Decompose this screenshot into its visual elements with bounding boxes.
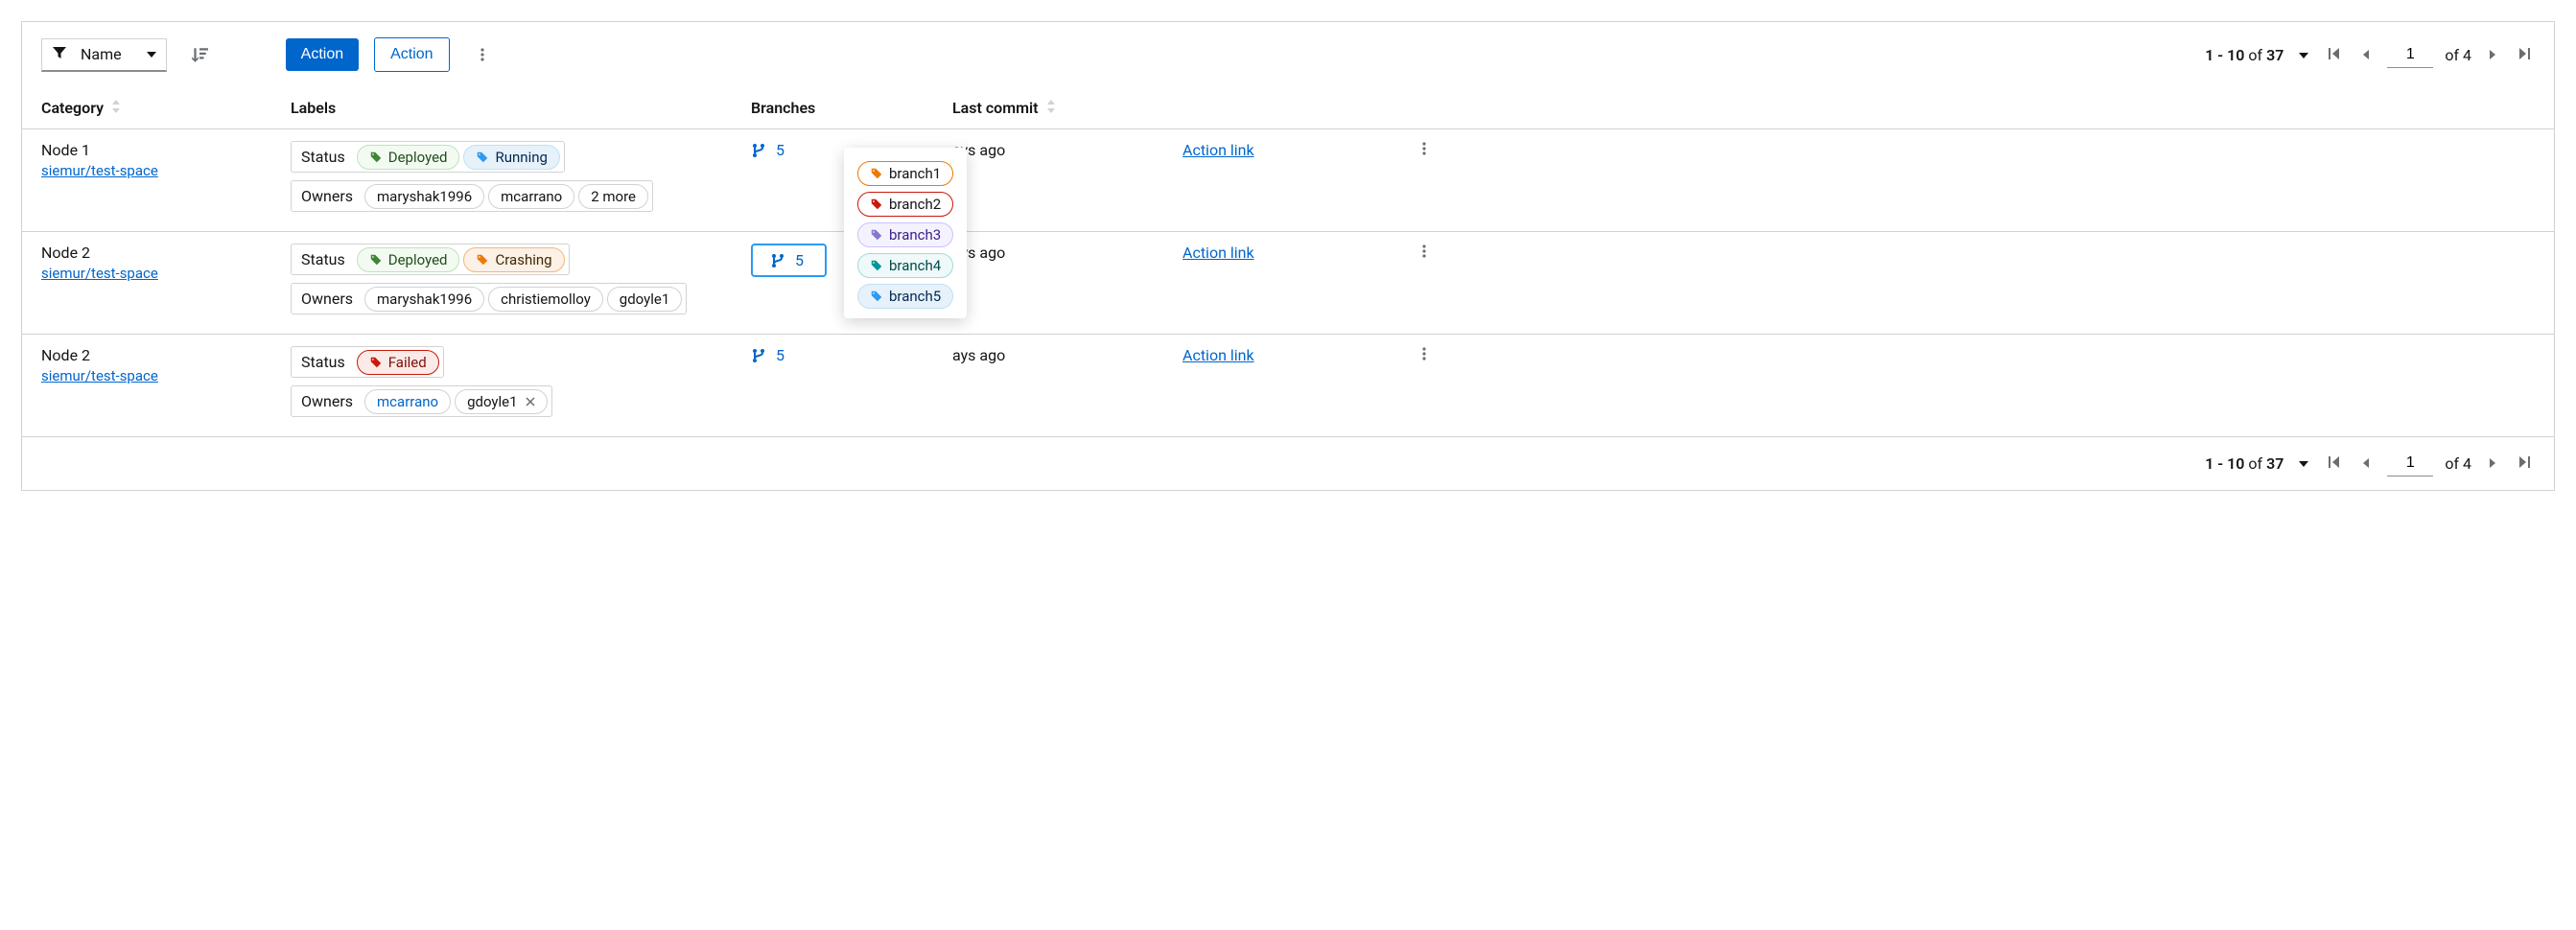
row-kebab-button[interactable] xyxy=(1417,347,1432,365)
table-row: Node 1 siemur/test-space StatusDeployedRu… xyxy=(22,129,2554,232)
status-group: StatusDeployedRunning xyxy=(291,141,565,173)
last-page-button[interactable] xyxy=(2514,46,2535,64)
page-total: of 4 xyxy=(2445,46,2471,64)
action-secondary-button[interactable]: Action xyxy=(374,37,449,72)
owner-chip: maryshak1996 xyxy=(364,287,484,312)
toolbar: Name Action Action 1 - 10 of 37 xyxy=(22,22,2554,87)
page-input[interactable] xyxy=(2387,42,2433,68)
action-link[interactable]: Action link xyxy=(1183,141,1254,159)
page-range: 1 - 10 xyxy=(2205,46,2244,64)
branch-chip[interactable]: branch4 xyxy=(857,253,953,278)
owner-chip: maryshak1996 xyxy=(364,184,484,209)
status-chip: Deployed xyxy=(357,145,460,170)
node-link[interactable]: siemur/test-space xyxy=(41,265,158,282)
branches-count[interactable]: 5 xyxy=(751,244,827,277)
node-link[interactable]: siemur/test-space xyxy=(41,162,158,179)
branch-chip[interactable]: branch2 xyxy=(857,192,953,217)
action-link[interactable]: Action link xyxy=(1183,346,1254,364)
kebab-toolbar-button[interactable] xyxy=(465,37,500,72)
status-group: StatusFailed xyxy=(291,346,444,378)
status-chip: Crashing xyxy=(463,247,564,272)
table-header: Category Labels Branches Last commit xyxy=(22,87,2554,129)
sort-indicator-icon xyxy=(1046,99,1056,117)
col-commit[interactable]: Last commit xyxy=(952,99,1039,117)
node-name: Node 1 xyxy=(41,141,158,159)
branches-count[interactable]: 5 xyxy=(751,346,785,364)
sort-indicator-icon xyxy=(111,99,121,117)
page-input[interactable] xyxy=(2387,451,2433,477)
footer: 1 - 10 of 37 of 4 xyxy=(22,437,2554,490)
items-caret-icon[interactable] xyxy=(2295,454,2312,473)
next-page-button[interactable] xyxy=(2483,46,2502,64)
branch-chip[interactable]: branch5 xyxy=(857,284,953,309)
row-kebab-button[interactable] xyxy=(1417,244,1432,263)
caret-down-icon xyxy=(147,45,156,63)
branch-chip[interactable]: branch3 xyxy=(857,222,953,247)
node-link[interactable]: siemur/test-space xyxy=(41,367,158,384)
last-page-button[interactable] xyxy=(2514,454,2535,473)
pagination-top: 1 - 10 of 37 of 4 xyxy=(2205,42,2535,68)
prev-page-button[interactable] xyxy=(2356,46,2376,64)
main-panel: Name Action Action 1 - 10 of 37 xyxy=(21,21,2555,491)
row-kebab-button[interactable] xyxy=(1417,142,1432,160)
owner-chip[interactable]: gdoyle1 xyxy=(455,389,547,414)
table-row: Node 2 siemur/test-space StatusFailed Own… xyxy=(22,335,2554,437)
status-chip: Failed xyxy=(357,350,439,375)
chip-close-icon[interactable] xyxy=(526,393,535,410)
items-caret-icon[interactable] xyxy=(2295,46,2312,64)
status-chip: Deployed xyxy=(357,247,460,272)
table-row: Node 2 siemur/test-space StatusDeployedCr… xyxy=(22,232,2554,335)
prev-page-button[interactable] xyxy=(2356,454,2376,473)
col-branches: Branches xyxy=(751,99,952,117)
owners-group: Ownersmcarranogdoyle1 xyxy=(291,385,552,417)
branch-chip[interactable]: branch1 xyxy=(857,161,953,186)
filter-label: Name xyxy=(81,45,122,63)
col-labels: Labels xyxy=(291,99,751,117)
action-link[interactable]: Action link xyxy=(1183,244,1254,262)
owner-chip[interactable]: mcarrano xyxy=(364,389,451,414)
table-body: Node 1 siemur/test-space StatusDeployedRu… xyxy=(22,129,2554,437)
branches-count[interactable]: 5 xyxy=(751,141,785,159)
action-primary-button[interactable]: Action xyxy=(286,38,359,71)
filter-dropdown[interactable]: Name xyxy=(41,38,167,72)
first-page-button[interactable] xyxy=(2324,46,2345,64)
owner-chip: christiemolloy xyxy=(488,287,603,312)
pagination-bottom: 1 - 10 of 37 of 4 xyxy=(2205,451,2535,477)
status-group: StatusDeployedCrashing xyxy=(291,244,570,275)
branches-popover: branch1 branch2 branch3 branch4 branch5 xyxy=(844,148,967,318)
owners-group: Ownersmaryshak1996christiemolloygdoyle1 xyxy=(291,283,687,314)
col-category[interactable]: Category xyxy=(41,99,104,117)
owner-chip: gdoyle1 xyxy=(607,287,682,312)
node-name: Node 2 xyxy=(41,346,158,364)
sort-icon-button[interactable] xyxy=(182,37,217,72)
next-page-button[interactable] xyxy=(2483,454,2502,473)
node-name: Node 2 xyxy=(41,244,158,262)
page-total-items: 37 xyxy=(2266,46,2283,64)
owner-chip: mcarrano xyxy=(488,184,574,209)
first-page-button[interactable] xyxy=(2324,454,2345,473)
filter-icon xyxy=(52,45,67,64)
owner-chip: 2 more xyxy=(578,184,648,209)
last-commit: ays ago xyxy=(952,346,1005,364)
status-chip: Running xyxy=(463,145,559,170)
owners-group: Ownersmaryshak1996mcarrano2 more xyxy=(291,180,653,212)
